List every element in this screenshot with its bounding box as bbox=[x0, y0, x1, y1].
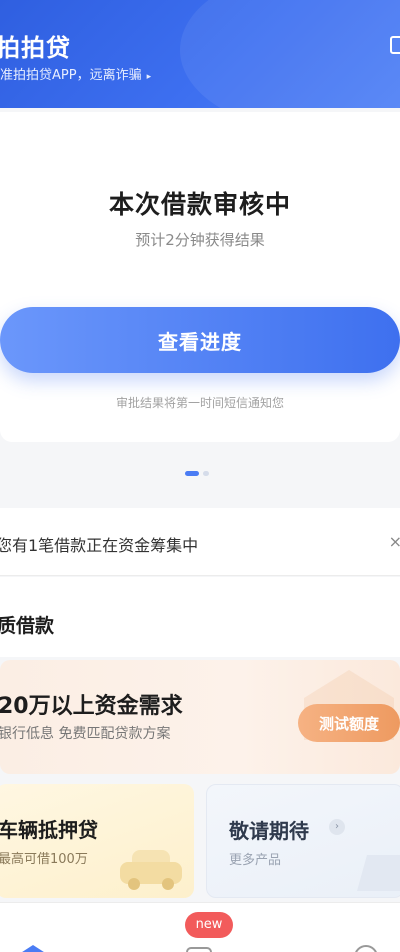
product-card-coming-soon[interactable]: 敬请期待 › 更多产品 bbox=[206, 784, 400, 898]
product-subtitle: 更多产品 bbox=[229, 853, 282, 868]
carousel-indicator bbox=[185, 471, 209, 476]
app-logo: 拍拍贷 bbox=[0, 34, 71, 62]
header-decoration bbox=[180, 0, 400, 108]
view-progress-button[interactable]: 查看进度 bbox=[0, 307, 400, 373]
anti-fraud-slogan-link[interactable]: 准拍拍贷APP，远离诈骗 ▸ bbox=[0, 64, 151, 83]
triangle-right-icon: ▸ bbox=[146, 72, 152, 82]
decoration-graphic bbox=[357, 855, 400, 891]
status-subtitle: 预计2分钟获得结果 bbox=[135, 231, 265, 249]
status-title: 本次借款审核中 bbox=[108, 190, 291, 219]
quality-loan-section: 质借款 bbox=[0, 577, 400, 657]
large-loan-promo-banner[interactable]: 20万以上资金需求 银行低息 免费匹配贷款方案 测试额度 bbox=[0, 660, 400, 774]
promo-title: 20万以上资金需求 bbox=[0, 694, 183, 719]
product-card-car-mortgage[interactable]: 车辆抵押贷 最高可借100万 bbox=[0, 784, 194, 898]
car-icon bbox=[120, 850, 182, 890]
slogan-text: 准拍拍贷APP，远离诈骗 bbox=[0, 68, 142, 83]
promo-subtitle: 银行低息 免费匹配贷款方案 bbox=[0, 726, 171, 742]
home-tab-icon[interactable] bbox=[20, 945, 46, 952]
fund-raising-text: 您有1笔借款正在资金筹集中 bbox=[0, 536, 199, 555]
app-header: 拍拍贷 准拍拍贷APP，远离诈骗 ▸ bbox=[0, 0, 400, 108]
new-badge: new bbox=[185, 912, 233, 938]
close-icon[interactable]: × bbox=[389, 532, 400, 551]
carousel-dot-active bbox=[185, 471, 199, 476]
product-title: 敬请期待 bbox=[229, 819, 309, 843]
product-title: 车辆抵押贷 bbox=[0, 818, 98, 842]
test-quota-button[interactable]: 测试额度 bbox=[298, 704, 400, 742]
profile-tab-icon[interactable] bbox=[354, 945, 378, 952]
carousel-dot bbox=[203, 471, 209, 476]
loan-status-card bbox=[0, 112, 400, 442]
sms-notice: 审批结果将第一时间短信通知您 bbox=[115, 396, 284, 410]
section-title: 质借款 bbox=[0, 615, 55, 637]
borrow-tab-icon[interactable] bbox=[186, 947, 212, 952]
chevron-right-icon: › bbox=[329, 819, 345, 835]
fund-raising-notice-bar[interactable]: 您有1笔借款正在资金筹集中 × bbox=[0, 508, 400, 576]
product-subtitle: 最高可借100万 bbox=[0, 852, 88, 867]
message-icon[interactable] bbox=[390, 36, 400, 54]
